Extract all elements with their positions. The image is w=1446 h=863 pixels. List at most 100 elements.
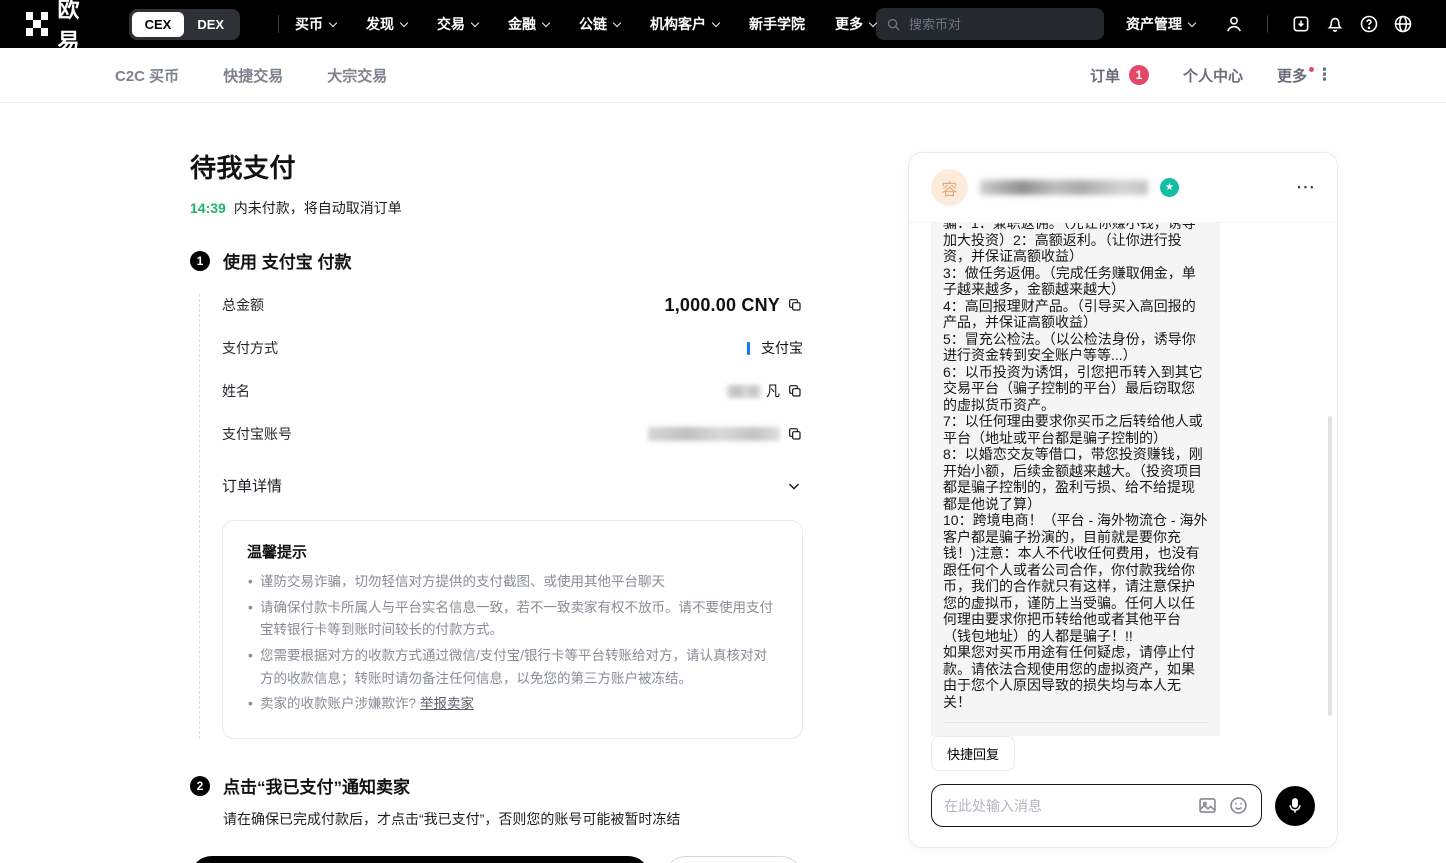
chat-scrollbar-thumb[interactable] [1328,416,1332,716]
chat-message-area: 骗：1：兼职返佣。（先让你赚小钱，诱导加大投资）2：高额返利。（让你进行投资，并… [909,223,1337,736]
order-main: 待我支付 14:39 内未付款，将自动取消订单 1 使用 支付宝 付款 总金额 … [190,103,803,863]
subnav-tabs: C2C 买币 快捷交易 大宗交易 [115,65,387,86]
user-profile-icon[interactable] [1217,7,1251,41]
redacted-name [727,385,761,398]
menu-discover[interactable]: 发现 [366,14,407,34]
menu-institutional[interactable]: 机构客户 [650,14,719,34]
copy-icon[interactable] [787,297,803,313]
tab-c2c-buy[interactable]: C2C 买币 [115,65,179,86]
method-value: 支付宝 [761,338,803,358]
vertical-ellipsis-icon: ⋮ [1316,66,1333,83]
step1-header: 1 使用 支付宝 付款 [190,248,803,273]
language-globe-icon[interactable] [1386,7,1420,41]
countdown-line: 14:39 内未付款，将自动取消订单 [190,198,803,218]
orders-count-badge: 1 [1129,65,1149,85]
attach-image-icon[interactable] [1197,795,1218,816]
profile-center-link[interactable]: 个人中心 [1183,65,1243,86]
tips-title: 温馨提示 [247,541,778,562]
download-app-icon[interactable] [1284,7,1318,41]
step2-header: 2 点击“我已支付”通知卖家 [190,773,803,798]
search-input[interactable] [909,17,1069,32]
menu-chain[interactable]: 公链 [579,14,620,34]
verified-badge-icon: ★ [1160,178,1179,197]
topnav-right: 资产管理 [876,7,1420,41]
merchant-message-text: 骗：1：兼职返佣。（先让你赚小钱，诱导加大投资）2：高额返利。（让你进行投资，并… [943,223,1208,710]
menu-trade[interactable]: 交易 [437,14,478,34]
chevron-down-icon [400,18,408,26]
notification-dot [1309,67,1314,72]
chat-header: 容 ★ ⋯ [909,153,1337,223]
chevron-down-icon [542,18,550,26]
quick-reply-button[interactable]: 快捷回复 [931,736,1015,771]
chat-input-row [931,784,1315,827]
copy-icon[interactable] [787,383,803,399]
subnav-right: 订单 1 个人中心 更多 ⋮ [1090,65,1333,86]
tip-item: 请确保付款卡所属人与平台实名信息一致，若不一致卖家有权不放币。请不要使用支付宝转… [247,597,778,642]
redacted-account [648,427,780,441]
payee-name-row: 姓名 凡 [222,380,803,402]
name-visible-char: 凡 [766,381,780,401]
tips-list: 谨防交易诈骗，切勿轻信对方提供的支付截图、或使用其他平台聊天 请确保付款卡所属人… [247,571,778,716]
countdown-timer: 14:39 [190,200,226,216]
chat-input-box[interactable] [931,784,1262,827]
step1-title: 使用 支付宝 付款 [223,248,351,273]
tab-block-trade[interactable]: 大宗交易 [327,65,387,86]
cancel-order-button[interactable]: 取消订单 [664,856,803,863]
amount-label: 总金额 [222,295,264,315]
tip-item: 您需要根据对方的收款方式通过微信/支付宝/银行卡等平台转账给对方，请认真核对对方… [247,645,778,690]
menu-academy[interactable]: 新手学院 [749,14,805,34]
method-row: 支付方式 支付宝 [222,337,803,359]
orders-link[interactable]: 订单 1 [1090,65,1149,86]
nav-divider [1267,15,1268,33]
emoji-icon[interactable] [1228,795,1249,816]
chevron-down-icon [613,18,621,26]
top-navbar: 欧易 CEX DEX 买币 发现 交易 金融 公链 机构客户 新手学院 更多 资… [0,0,1446,48]
chat-column: 容 ★ ⋯ 骗：1：兼职返佣。（先让你赚小钱，诱导加大投资）2：高额返利。（让你… [908,103,1338,863]
step2-description: 请在确保已完成付款后，才点击“我已支付”，否则您的账号可能被暂时冻结 [223,809,803,829]
tip-item: 谨防交易诈骗，切勿轻信对方提供的支付截图、或使用其他平台聊天 [247,571,778,594]
report-seller-link[interactable]: 举报卖家 [420,696,474,711]
microphone-icon [1286,797,1304,815]
cex-dex-toggle: CEX DEX [129,9,240,40]
amount-row: 总金额 1,000.00 CNY [222,294,803,316]
cex-toggle[interactable]: CEX [132,12,185,37]
step1-body: 总金额 1,000.00 CNY 支付方式 支付宝 姓名 [199,294,803,739]
assets-menu[interactable]: 资产管理 [1126,14,1195,34]
alipay-account-row: 支付宝账号 [222,423,803,445]
search-box[interactable] [876,8,1104,40]
action-buttons: 我已支付 取消订单 [190,856,803,863]
dex-toggle[interactable]: DEX [184,12,237,37]
paid-button[interactable]: 我已支付 [190,856,650,863]
page-content: 待我支付 14:39 内未付款，将自动取消订单 1 使用 支付宝 付款 总金额 … [0,103,1446,863]
sub-navbar: C2C 买币 快捷交易 大宗交易 订单 1 个人中心 更多 ⋮ [0,48,1446,103]
menu-more[interactable]: 更多 [835,14,876,34]
countdown-text: 内未付款，将自动取消订单 [234,200,402,216]
merchant-message-bubble: 骗：1：兼职返佣。（先让你赚小钱，诱导加大投资）2：高额返利。（让你进行投资，并… [931,223,1220,736]
help-icon[interactable] [1352,7,1386,41]
merchant-avatar: 容 [931,169,968,206]
tips-box: 温馨提示 谨防交易诈骗，切勿轻信对方提供的支付截图、或使用其他平台聊天 请确保付… [222,520,803,739]
brand-name: 欧易 [57,0,100,56]
payee-name-label: 姓名 [222,381,250,401]
step2-number: 2 [190,776,210,796]
tip-item-report: 卖家的收款账户涉嫌欺诈?举报卖家 [247,693,778,716]
subnav-more[interactable]: 更多 ⋮ [1277,65,1333,86]
tab-express-trade[interactable]: 快捷交易 [223,65,283,86]
redacted-merchant-name [980,180,1148,195]
step2-title: 点击“我已支付”通知卖家 [223,773,410,798]
chat-footer: 快捷回复 [909,736,1337,847]
chat-message-input[interactable] [944,798,1187,814]
order-detail-toggle[interactable]: 订单详情 [222,475,803,496]
top-menu: 买币 发现 交易 金融 公链 机构客户 新手学院 更多 [295,14,876,34]
step1-number: 1 [190,251,210,271]
copy-icon[interactable] [787,426,803,442]
voice-message-button[interactable] [1275,786,1315,826]
menu-finance[interactable]: 金融 [508,14,549,34]
chevron-down-icon [712,18,720,26]
okx-brand[interactable]: 欧易 [26,0,101,56]
nav-divider [278,15,279,33]
menu-buy-crypto[interactable]: 买币 [295,14,336,34]
chevron-down-icon [1188,18,1196,26]
notifications-bell-icon[interactable] [1318,7,1352,41]
chevron-down-icon [329,18,337,26]
